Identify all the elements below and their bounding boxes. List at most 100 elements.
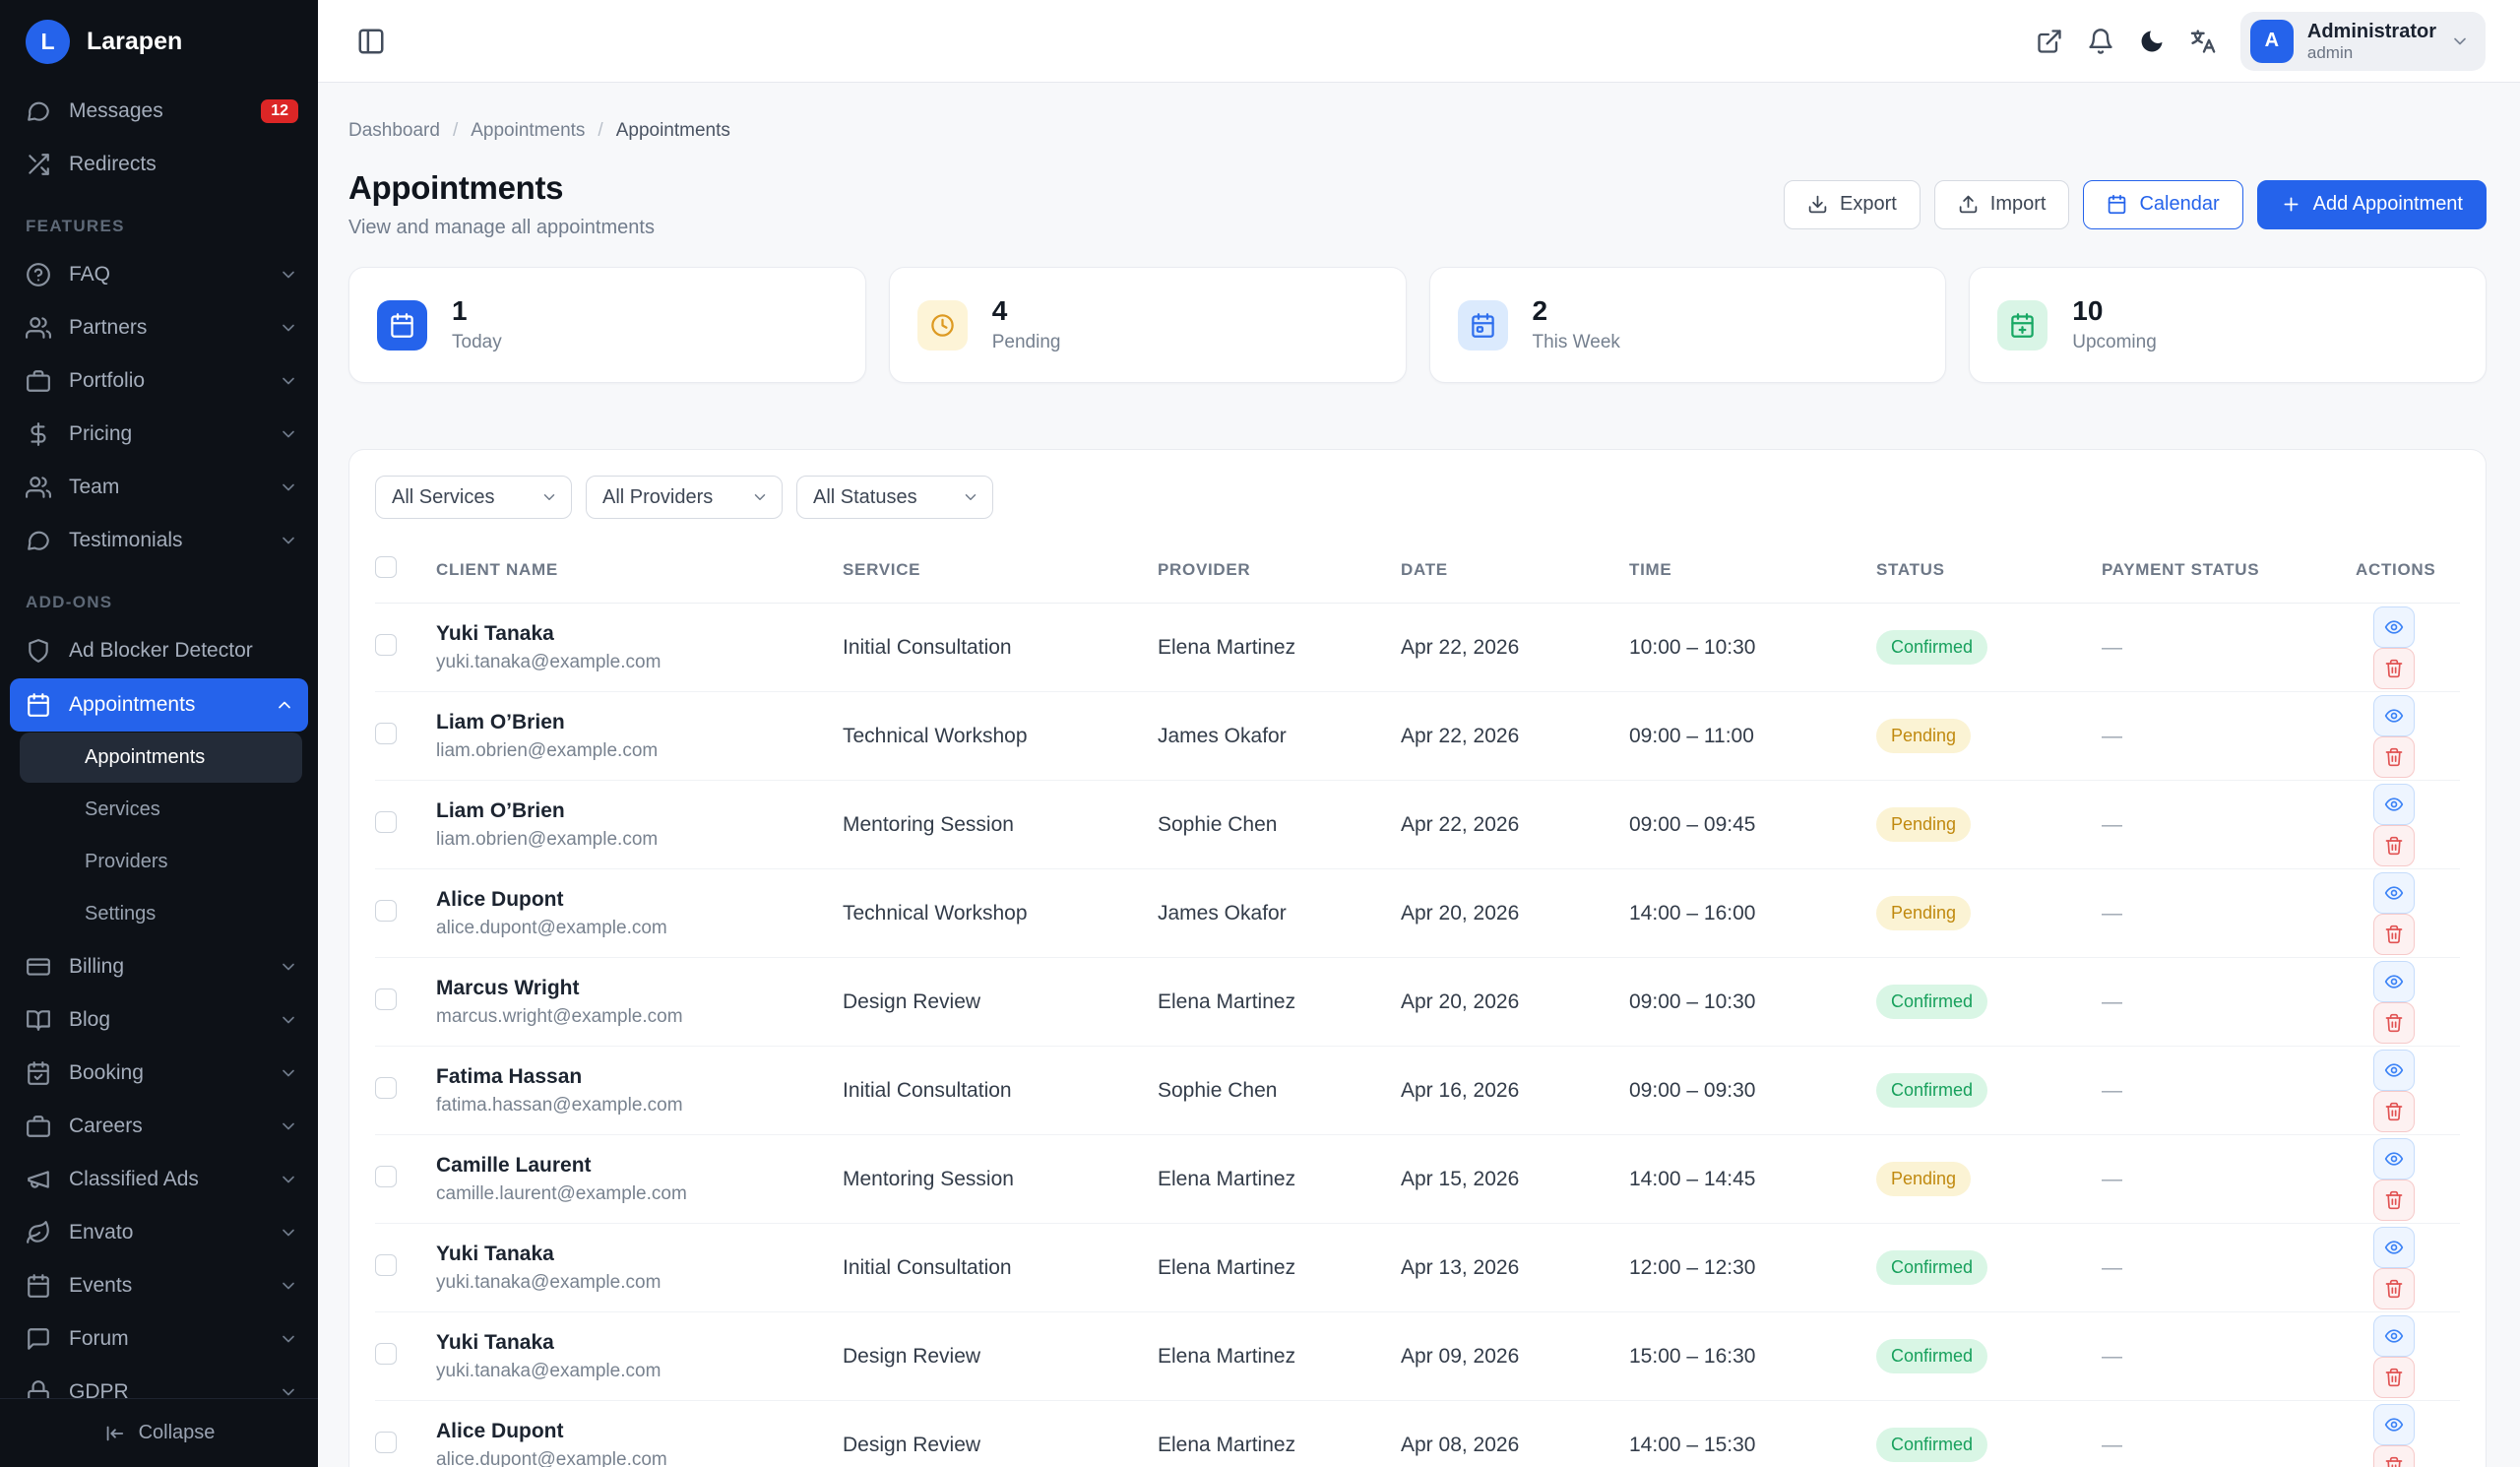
sidebar-item-redirects[interactable]: Redirects	[0, 138, 318, 191]
sidebar-item-messages[interactable]: Messages12	[0, 85, 318, 138]
client-email: alice.dupont@example.com	[436, 918, 843, 939]
client-name: Yuki Tanaka	[436, 1331, 843, 1355]
provider-cell: Elena Martinez	[1158, 1312, 1401, 1401]
sidebar-item-portfolio[interactable]: Portfolio	[0, 354, 318, 408]
calendar-icon	[377, 300, 427, 351]
client-name: Yuki Tanaka	[436, 1243, 843, 1266]
table-row: Alice Dupontalice.dupont@example.comDesi…	[375, 1401, 2460, 1467]
delete-button[interactable]	[2373, 648, 2415, 689]
sidebar-toggle-button[interactable]	[356, 27, 386, 56]
breadcrumb-item[interactable]: Appointments	[471, 120, 585, 142]
delete-button[interactable]	[2373, 1091, 2415, 1132]
sidebar-item-appointments[interactable]: Appointments	[10, 678, 308, 732]
row-checkbox[interactable]	[375, 811, 397, 833]
view-button[interactable]	[2373, 1404, 2415, 1445]
delete-button[interactable]	[2373, 1445, 2415, 1467]
export-button[interactable]: Export	[1784, 180, 1921, 229]
eye-icon	[2384, 1060, 2404, 1080]
view-button[interactable]	[2373, 1227, 2415, 1268]
sidebar-item-blog[interactable]: Blog	[0, 993, 318, 1047]
row-checkbox[interactable]	[375, 1077, 397, 1099]
row-checkbox[interactable]	[375, 634, 397, 656]
delete-button[interactable]	[2373, 1357, 2415, 1398]
delete-button[interactable]	[2373, 914, 2415, 955]
open-site-button[interactable]	[2036, 28, 2063, 55]
calendar-button[interactable]: Calendar	[2083, 180, 2242, 229]
sidebar-subitem-settings[interactable]: Settings	[0, 888, 318, 940]
provider-cell: Elena Martinez	[1158, 1135, 1401, 1224]
user-menu[interactable]: A Administrator admin	[2240, 12, 2486, 71]
sidebar-item-partners[interactable]: Partners	[0, 301, 318, 354]
sidebar-subitem-providers[interactable]: Providers	[0, 836, 318, 888]
table-row: Yuki Tanakayuki.tanaka@example.comInitia…	[375, 1224, 2460, 1312]
sidebar-item-events[interactable]: Events	[0, 1259, 318, 1312]
row-checkbox[interactable]	[375, 1254, 397, 1276]
trash-icon	[2384, 1013, 2404, 1033]
filter-all-services-select[interactable]: All Services	[375, 476, 572, 519]
filter-all-statuses-select[interactable]: All Statuses	[796, 476, 993, 519]
sidebar-item-classified-ads[interactable]: Classified Ads	[0, 1153, 318, 1206]
view-button[interactable]	[2373, 1138, 2415, 1180]
sidebar-item-ad-blocker-detector[interactable]: Ad Blocker Detector	[0, 624, 318, 677]
row-checkbox[interactable]	[375, 989, 397, 1010]
briefcase-icon	[26, 1114, 51, 1139]
select-all-checkbox[interactable]	[375, 556, 397, 578]
sidebar-item-booking[interactable]: Booking	[0, 1047, 318, 1100]
delete-button[interactable]	[2373, 1002, 2415, 1044]
language-button[interactable]	[2189, 28, 2217, 55]
view-button[interactable]	[2373, 1315, 2415, 1357]
view-button[interactable]	[2373, 1050, 2415, 1091]
import-button[interactable]: Import	[1934, 180, 2070, 229]
sidebar-item-careers[interactable]: Careers	[0, 1100, 318, 1153]
sidebar-item-team[interactable]: Team	[0, 461, 318, 514]
status-badge: Confirmed	[1876, 1339, 1987, 1373]
delete-button[interactable]	[2373, 825, 2415, 866]
sidebar-item-pricing[interactable]: Pricing	[0, 408, 318, 461]
breadcrumb-item[interactable]: Appointments	[616, 120, 730, 142]
sidebar-subitem-services[interactable]: Services	[0, 784, 318, 836]
date-cell: Apr 20, 2026	[1401, 958, 1629, 1047]
sidebar-item-envato[interactable]: Envato	[0, 1206, 318, 1259]
client-cell: Fatima Hassanfatima.hassan@example.com	[436, 1047, 843, 1135]
status-cell: Pending	[1876, 869, 2102, 958]
delete-button[interactable]	[2373, 1180, 2415, 1221]
sidebar-subitem-appointments[interactable]: Appointments	[20, 733, 302, 783]
trash-icon	[2384, 659, 2404, 678]
sidebar-item-testimonials[interactable]: Testimonials	[0, 514, 318, 567]
row-checkbox[interactable]	[375, 900, 397, 922]
provider-cell: Sophie Chen	[1158, 781, 1401, 869]
chevron-down-icon	[279, 371, 298, 391]
view-button[interactable]	[2373, 606, 2415, 648]
breadcrumb-item[interactable]: Dashboard	[348, 120, 440, 142]
date-cell: Apr 15, 2026	[1401, 1135, 1629, 1224]
unread-count-badge: 12	[261, 99, 298, 123]
add-appointment-button[interactable]: Add Appointment	[2257, 180, 2487, 229]
sidebar-item-gdpr[interactable]: GDPR	[0, 1366, 318, 1398]
row-checkbox[interactable]	[375, 723, 397, 744]
view-button[interactable]	[2373, 961, 2415, 1002]
sidebar-item-label: Classified Ads	[69, 1168, 261, 1191]
eye-icon	[2384, 1238, 2404, 1257]
row-checkbox[interactable]	[375, 1343, 397, 1365]
filter-all-providers-select[interactable]: All Providers	[586, 476, 783, 519]
dark-mode-toggle[interactable]	[2138, 28, 2166, 55]
actions-cell	[2356, 1224, 2460, 1312]
sidebar-item-faq[interactable]: FAQ	[0, 248, 318, 301]
brand[interactable]: L Larapen	[0, 0, 318, 83]
view-button[interactable]	[2373, 872, 2415, 914]
delete-button[interactable]	[2373, 736, 2415, 778]
sidebar-collapse-button[interactable]: Collapse	[0, 1398, 318, 1467]
row-checkbox[interactable]	[375, 1432, 397, 1453]
row-checkbox[interactable]	[375, 1166, 397, 1187]
stat-value: 1	[452, 296, 502, 325]
view-button[interactable]	[2373, 784, 2415, 825]
collapse-label: Collapse	[139, 1422, 216, 1444]
sidebar-item-forum[interactable]: Forum	[0, 1312, 318, 1366]
view-button[interactable]	[2373, 695, 2415, 736]
sidebar-item-billing[interactable]: Billing	[0, 940, 318, 993]
delete-button[interactable]	[2373, 1268, 2415, 1309]
notifications-button[interactable]	[2087, 28, 2114, 55]
actions-cell	[2356, 1312, 2460, 1401]
service-cell: Initial Consultation	[843, 1047, 1158, 1135]
sidebar-item-label: Portfolio	[69, 369, 261, 393]
